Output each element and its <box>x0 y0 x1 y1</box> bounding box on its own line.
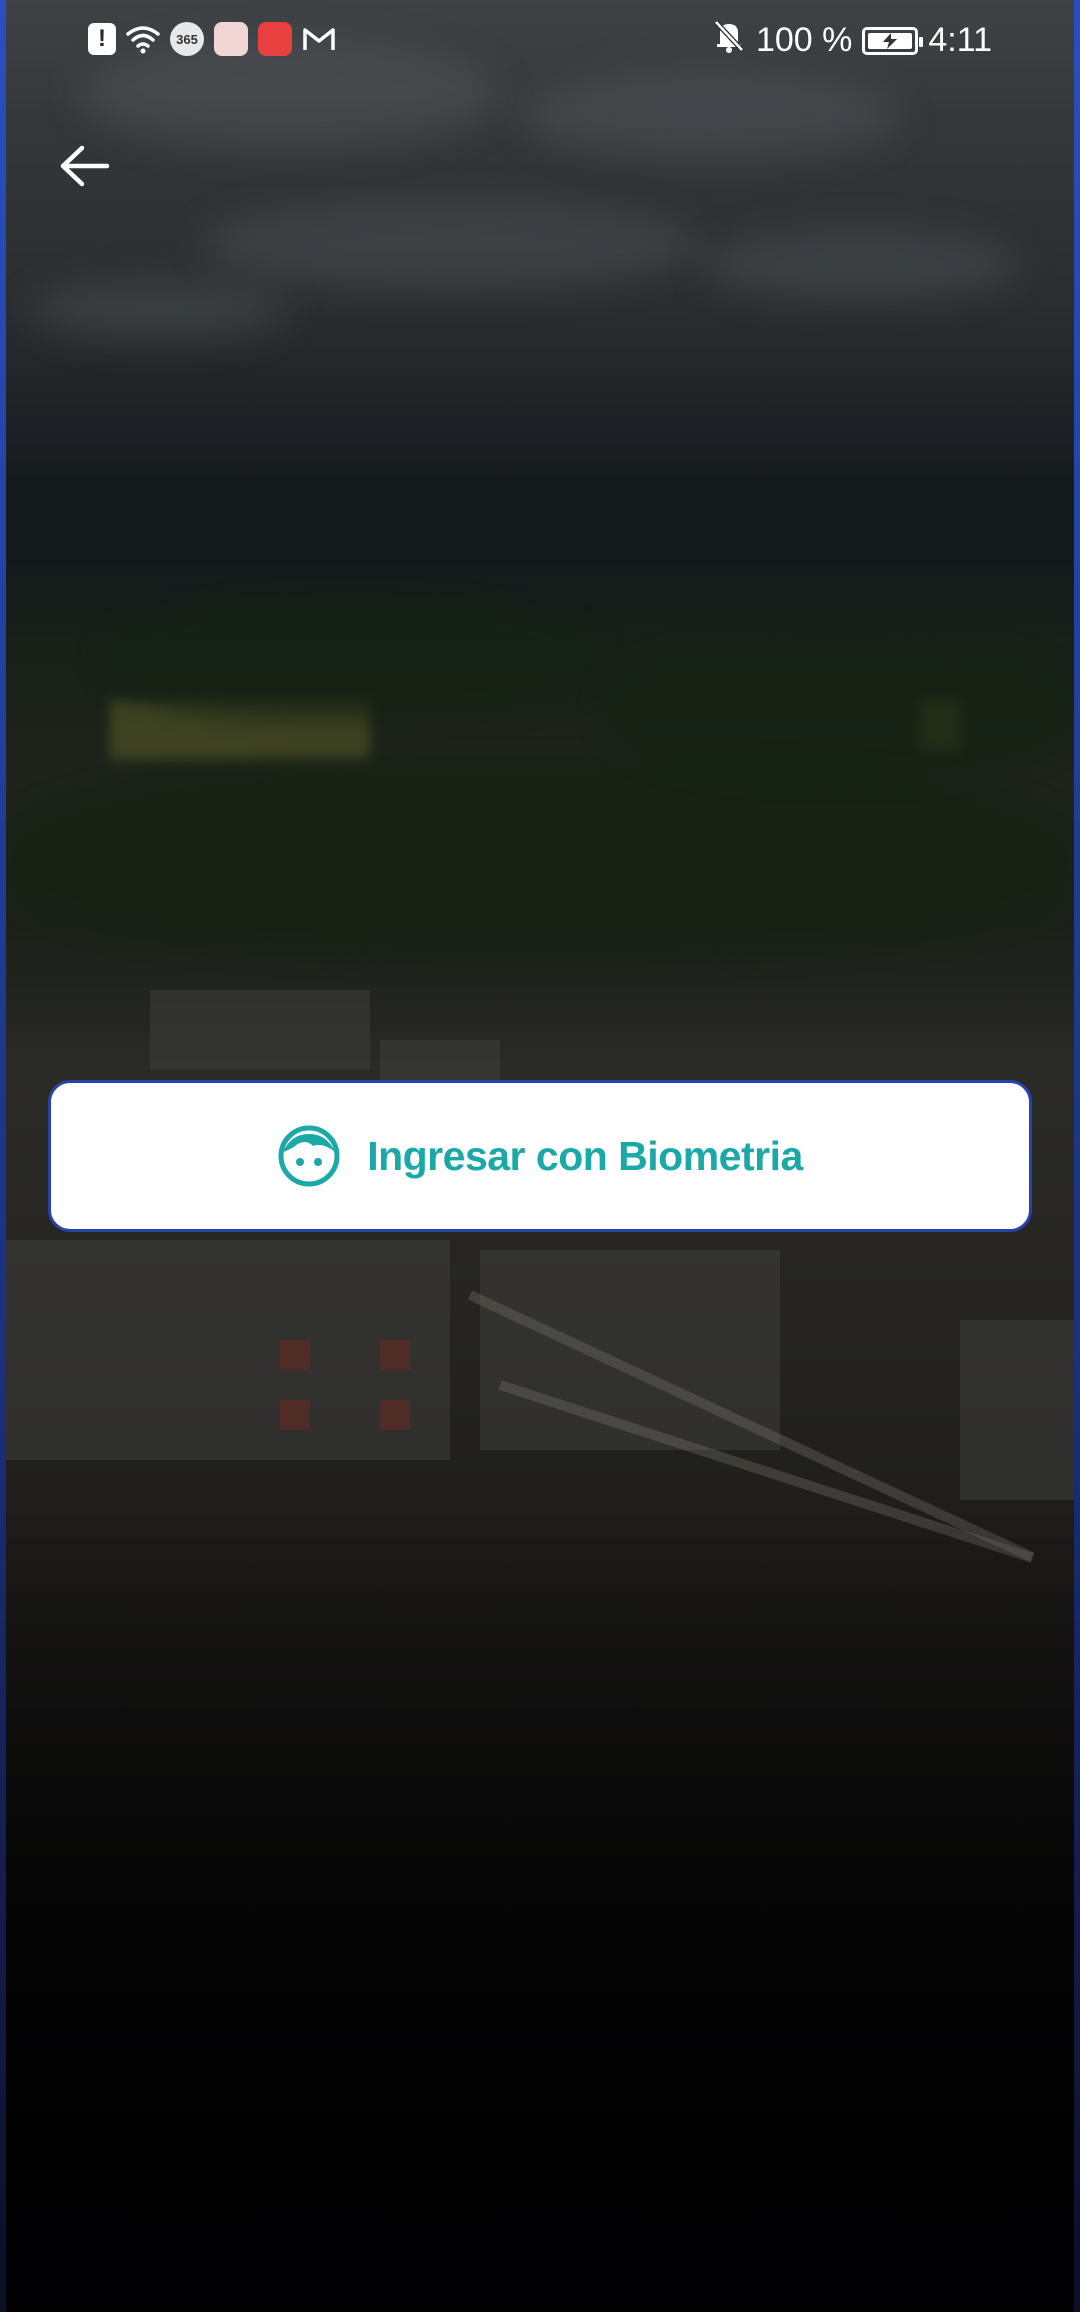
huawei-app-icon <box>258 22 292 56</box>
alert-icon: ! <box>88 23 116 55</box>
wifi-icon <box>126 22 160 56</box>
status-icons-left: ! 365 <box>88 22 336 56</box>
face-icon <box>278 1125 340 1187</box>
bell-muted-icon <box>712 18 746 63</box>
clock-time: 4:11 <box>928 21 992 59</box>
status-icons-right: 100 % 4:11 <box>712 18 992 63</box>
battery-percentage: 100 % <box>755 21 853 59</box>
arrow-left-icon <box>60 145 110 187</box>
app-365-icon: 365 <box>170 22 204 56</box>
back-button[interactable] <box>44 126 124 206</box>
package-icon <box>214 22 248 56</box>
biometric-login-button[interactable]: Ingresar con Biometria <box>48 1080 1032 1232</box>
battery-charging-icon <box>862 26 924 55</box>
gmail-icon <box>302 22 336 56</box>
screen-edge-right <box>1074 0 1080 2312</box>
screen-edge-left <box>0 0 6 2312</box>
status-bar: ! 365 100 % 4:11 <box>0 0 1080 84</box>
biometric-login-label: Ingresar con Biometria <box>367 1132 803 1179</box>
